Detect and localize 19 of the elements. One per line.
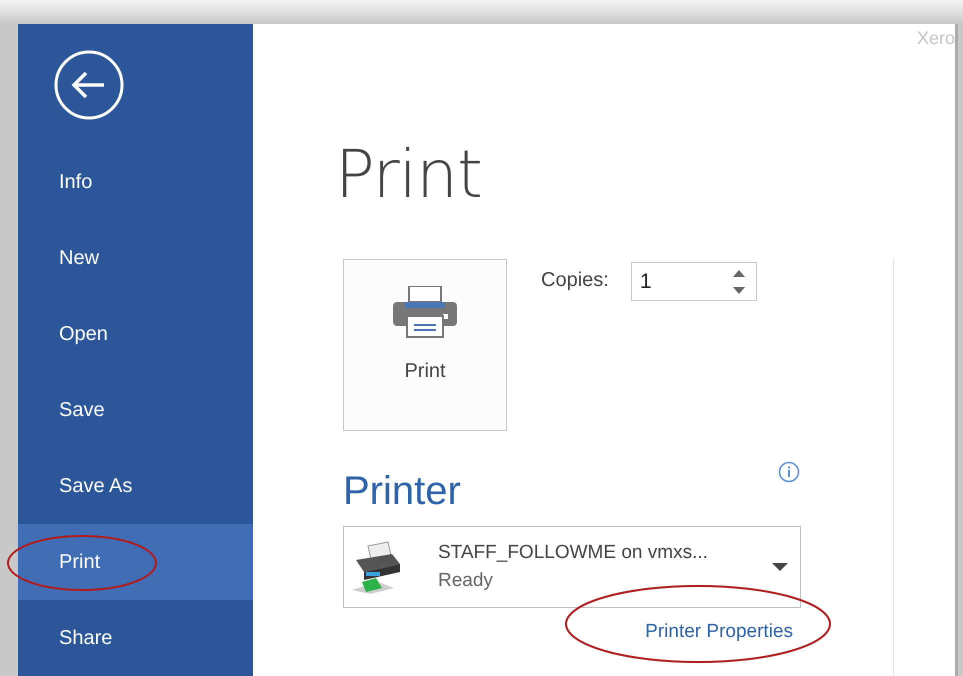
printer-icon (393, 286, 457, 338)
printer-dropdown[interactable]: STAFF_FOLLOWME on vmxs... Ready (343, 526, 801, 608)
sidebar-item[interactable]: New (18, 220, 253, 296)
corner-text: Xero (916, 28, 955, 49)
print-button[interactable]: Print (343, 259, 507, 431)
dropdown-caret-icon (772, 562, 788, 572)
sidebar-item[interactable]: Info (18, 144, 253, 220)
sidebar-item[interactable]: Save As (18, 448, 253, 524)
sidebar-item[interactable]: Open (18, 296, 253, 372)
copies-field[interactable]: 1 (630, 262, 757, 301)
info-icon[interactable] (778, 461, 800, 483)
sidebar-item[interactable]: Print (18, 524, 253, 600)
copies-label: Copies: (541, 269, 609, 292)
printer-properties-link[interactable]: Printer Properties (645, 621, 793, 643)
page-title: Print (335, 138, 483, 212)
section-heading: Printer (343, 468, 461, 515)
spinner-arrows-icon (730, 268, 747, 296)
sidebar-item[interactable]: Share (18, 600, 253, 676)
sidebar-item[interactable]: Save (18, 372, 253, 448)
